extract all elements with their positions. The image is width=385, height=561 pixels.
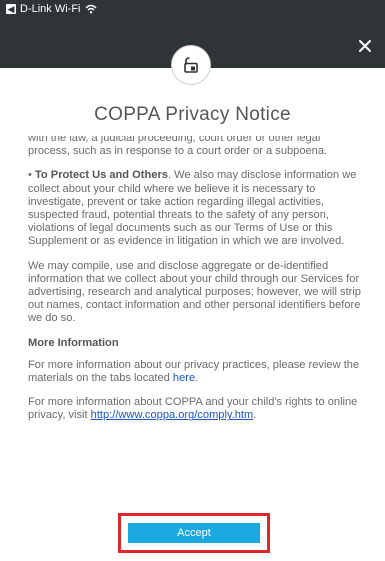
notice-paragraph: with the law, a judicial proceeding, cou… bbox=[28, 136, 328, 158]
paragraph-end: . bbox=[253, 409, 257, 422]
page-title: COPPA Privacy Notice bbox=[94, 104, 291, 125]
section-title: To Protect Us and Others bbox=[34, 169, 168, 182]
coppa-notice-screen: ◀ D-Link Wi-Fi COPPA Privacy Notice with… bbox=[0, 0, 385, 561]
lock-icon bbox=[184, 57, 198, 73]
wifi-icon bbox=[85, 4, 97, 14]
notice-paragraph: We may compile, use and disclose aggrega… bbox=[28, 259, 361, 325]
accept-button[interactable]: Accept bbox=[128, 523, 260, 543]
accept-highlight: Accept bbox=[118, 513, 270, 553]
here-link[interactable]: here bbox=[173, 372, 195, 384]
back-to-app-icon[interactable]: ◀ bbox=[6, 4, 16, 14]
close-icon bbox=[359, 40, 371, 52]
notice-text: with the law, a judicial proceeding, cou… bbox=[28, 136, 363, 488]
close-button[interactable] bbox=[357, 38, 373, 54]
notice-paragraph: • To Protect Us and Others. We also may … bbox=[28, 169, 363, 248]
bullet: • bbox=[28, 169, 32, 182]
more-information-heading: More Information bbox=[28, 336, 119, 349]
carrier-label: D-Link Wi-Fi bbox=[20, 3, 81, 15]
notice-paragraph: For more information about our privacy p… bbox=[28, 359, 363, 385]
lock-badge bbox=[171, 45, 211, 85]
notice-paragraph: For more information about COPPA and you… bbox=[28, 396, 363, 422]
status-bar: ◀ D-Link Wi-Fi bbox=[6, 2, 97, 16]
paragraph-end: . bbox=[195, 372, 199, 385]
coppa-link[interactable]: http://www.coppa.org/comply.htm bbox=[91, 409, 254, 421]
